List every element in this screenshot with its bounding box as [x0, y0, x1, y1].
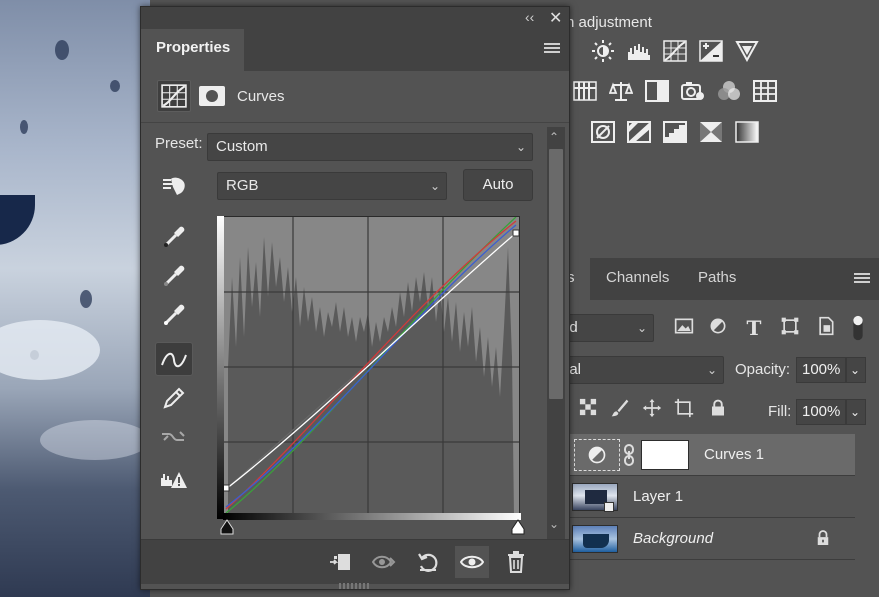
lock-transparent-pixels-icon[interactable] — [576, 398, 600, 422]
clipping-warning-icon[interactable] — [155, 462, 193, 496]
smooth-curve-icon[interactable] — [155, 420, 193, 454]
hue-saturation-icon[interactable] — [572, 80, 598, 102]
preset-label: Preset: — [155, 135, 203, 152]
layers-tab-bar: rs Channels Paths — [560, 258, 879, 300]
document-canvas[interactable] — [0, 0, 150, 597]
white-input-slider-icon[interactable] — [510, 519, 526, 539]
properties-panel-menu-icon[interactable] — [544, 43, 560, 55]
lock-all-icon[interactable] — [706, 398, 730, 422]
reset-adjustments-icon[interactable] — [411, 546, 445, 578]
type-layer-filter-icon[interactable]: T — [742, 316, 766, 340]
tab-properties[interactable]: Properties — [141, 29, 244, 71]
tab-channels[interactable]: Channels — [596, 258, 679, 300]
smart-object-filter-icon[interactable] — [814, 316, 838, 340]
gray-point-eyedropper-icon[interactable] — [155, 258, 193, 292]
selective-color-icon[interactable] — [698, 121, 724, 143]
photo-filter-icon[interactable] — [680, 80, 706, 102]
layer-name[interactable]: Background — [633, 530, 713, 547]
layer-mask-icon[interactable] — [195, 80, 229, 112]
opacity-dropdown[interactable]: ⌄ — [846, 357, 866, 383]
filter-toggle-icon[interactable] — [846, 314, 870, 341]
collapse-icon[interactable]: ‹‹ — [525, 9, 534, 25]
close-icon[interactable]: ✕ — [549, 8, 562, 28]
scroll-down-icon[interactable]: ⌄ — [549, 517, 559, 531]
auto-button[interactable]: Auto — [463, 169, 533, 201]
scroll-thumb[interactable] — [549, 149, 563, 399]
posterize-icon[interactable] — [626, 121, 652, 143]
color-balance-icon[interactable] — [608, 80, 634, 102]
lock-image-pixels-icon[interactable] — [608, 398, 632, 422]
tab-paths[interactable]: Paths — [688, 258, 746, 300]
properties-footer — [141, 539, 569, 584]
adjustment-name: Curves — [237, 88, 285, 105]
panel-resize-grip[interactable] — [339, 583, 369, 589]
layer-row-curves[interactable]: Curves 1 — [560, 434, 855, 476]
curve-point-white — [512, 229, 519, 237]
curves-icon[interactable] — [662, 40, 688, 62]
adjustments-title: n adjustment — [566, 14, 652, 31]
on-image-adjust-icon[interactable] — [155, 169, 193, 203]
fill-label: Fill: — [768, 403, 792, 420]
blend-mode-select[interactable]: nal ⌄ — [552, 356, 724, 384]
adjustments-panel: n adjustment — [560, 0, 879, 255]
black-point-eyedropper-icon[interactable] — [155, 219, 193, 253]
mask-link-icon[interactable] — [623, 444, 635, 466]
gradient-map-icon[interactable] — [734, 121, 760, 143]
layer-lock-icon — [816, 530, 830, 550]
properties-panel: ‹‹ ✕ Properties Curves Preset: Custom ⌄ R… — [140, 6, 570, 590]
preset-select[interactable]: Custom ⌄ — [207, 133, 533, 161]
curves-adjustment-layer-icon — [588, 446, 606, 464]
layer-name[interactable]: Curves 1 — [704, 446, 764, 463]
delete-adjustment-icon[interactable] — [499, 546, 533, 578]
smart-object-badge-icon — [604, 502, 614, 512]
pixel-layer-filter-icon[interactable] — [672, 316, 696, 340]
shape-layer-filter-icon[interactable] — [778, 316, 802, 340]
curves-adjustment-icon[interactable] — [157, 80, 191, 112]
curves-graph[interactable] — [217, 216, 520, 519]
lock-artboard-icon[interactable] — [672, 398, 696, 422]
layers-panel-menu-icon[interactable] — [854, 273, 870, 285]
toggle-visibility-icon[interactable] — [455, 546, 489, 578]
layer-mask-thumbnail[interactable] — [641, 440, 689, 470]
adjustment-thumbnail — [574, 439, 620, 471]
white-point-eyedropper-icon[interactable] — [155, 297, 193, 331]
curves-graph-svg — [218, 217, 519, 518]
lock-position-icon[interactable] — [640, 398, 664, 422]
properties-scrollbar[interactable]: ⌃ ⌄ — [547, 127, 565, 539]
properties-tab-bar: Properties — [141, 29, 569, 71]
curve-points-icon[interactable] — [155, 342, 193, 376]
scroll-up-icon[interactable]: ⌃ — [549, 130, 559, 144]
opacity-input[interactable]: 100% — [796, 357, 846, 383]
black-white-icon[interactable] — [644, 80, 670, 102]
view-previous-state-icon[interactable] — [367, 546, 401, 578]
channel-mixer-icon[interactable] — [716, 80, 742, 102]
layer-thumbnail — [572, 525, 618, 553]
exposure-icon[interactable] — [698, 40, 724, 62]
fill-dropdown[interactable]: ⌄ — [846, 399, 866, 425]
layers-panel: rs Channels Paths nd⌄ T nal⌄ Opacity: 10… — [552, 258, 879, 597]
levels-icon[interactable] — [626, 40, 652, 62]
brightness-contrast-icon[interactable] — [590, 40, 616, 62]
threshold-icon[interactable] — [662, 121, 688, 143]
layer-name[interactable]: Layer 1 — [633, 488, 683, 505]
vibrance-icon[interactable] — [734, 40, 760, 63]
opacity-label: Opacity: — [735, 361, 791, 378]
input-gradient-bar — [223, 513, 521, 520]
clip-to-layer-icon[interactable] — [323, 546, 357, 578]
output-gradient-bar — [217, 216, 224, 519]
fill-input[interactable]: 100% — [796, 399, 846, 425]
layer-row-layer1[interactable]: Layer 1 — [560, 476, 855, 518]
channel-select[interactable]: RGB ⌄ — [217, 172, 447, 200]
adjustment-layer-filter-icon[interactable] — [706, 316, 730, 340]
color-lookup-icon[interactable] — [752, 80, 778, 102]
layer-row-background[interactable]: Background — [560, 518, 855, 560]
properties-header: Curves — [141, 71, 569, 123]
pencil-draw-icon[interactable] — [155, 381, 193, 415]
black-input-slider-icon[interactable] — [219, 519, 235, 539]
panel-titlebar[interactable]: ‹‹ ✕ — [141, 7, 569, 29]
invert-icon[interactable] — [590, 121, 616, 143]
